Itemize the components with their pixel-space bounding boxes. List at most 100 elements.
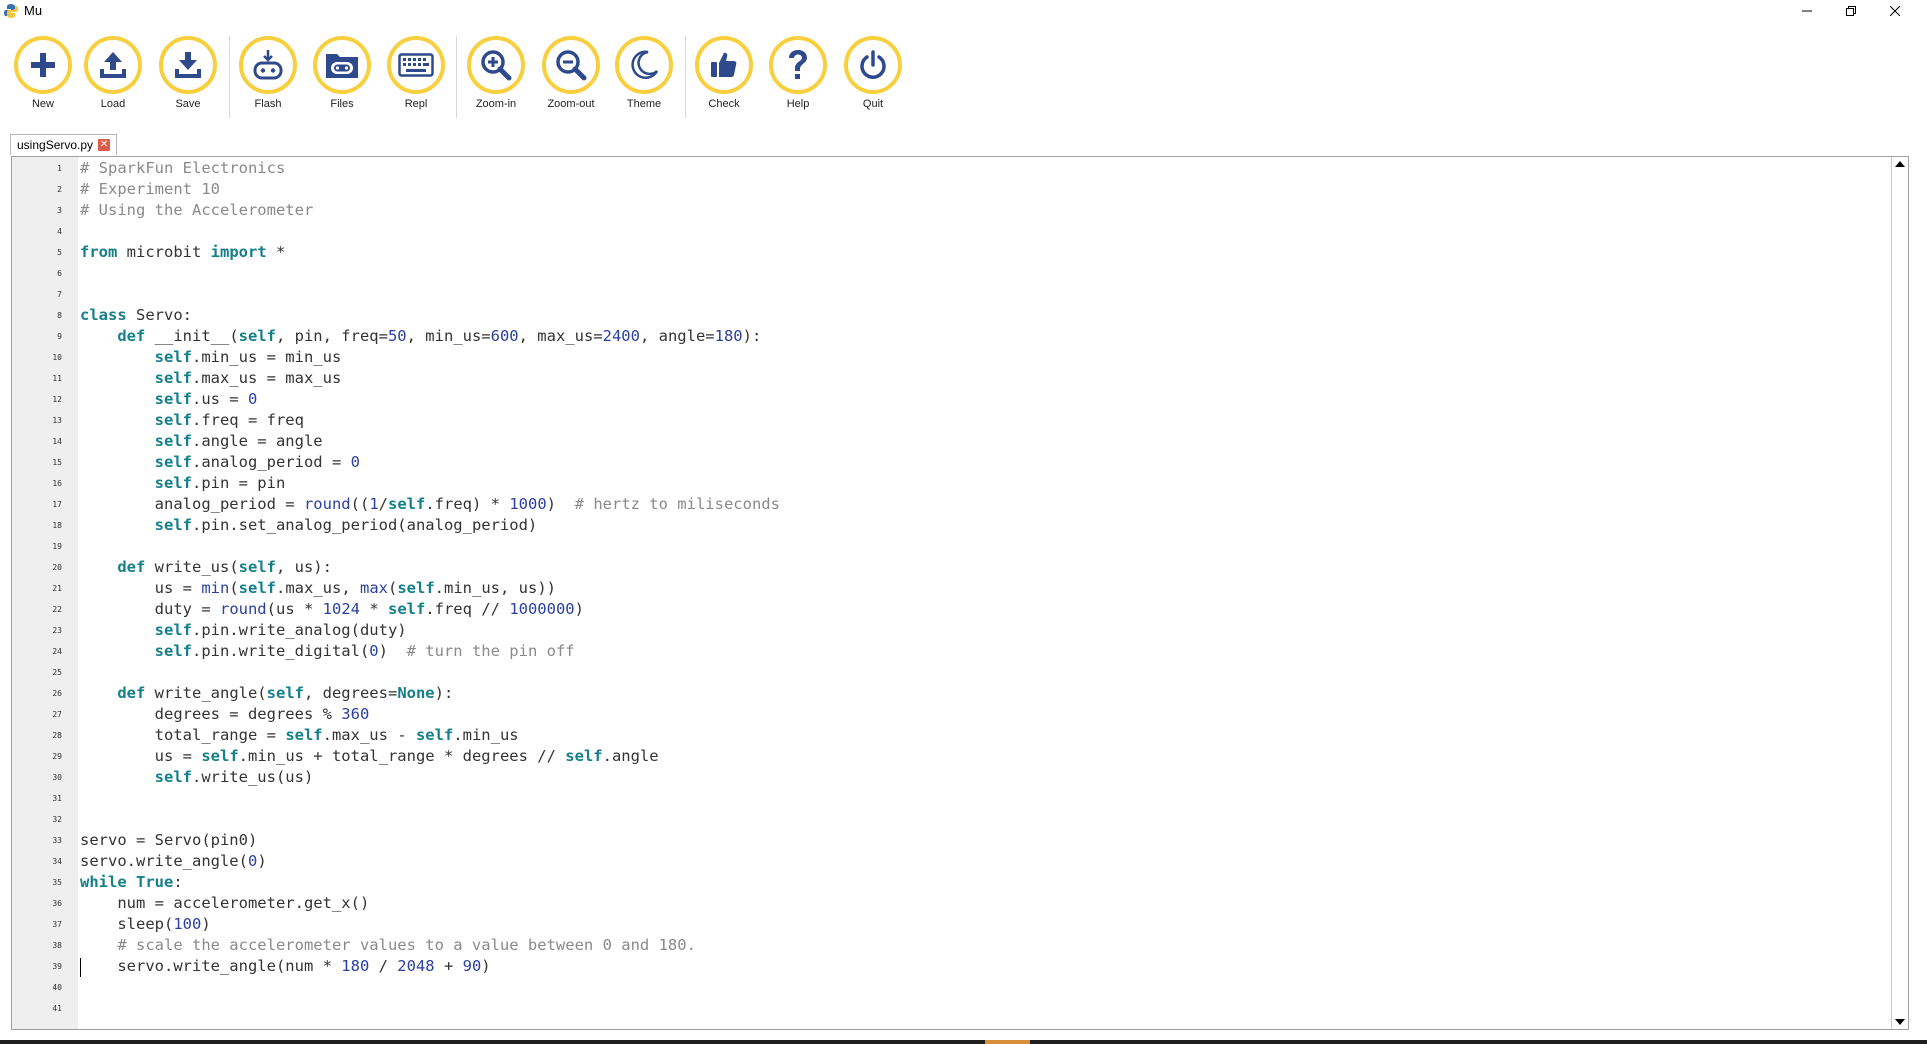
line-number: 28	[52, 731, 62, 740]
line-number: 6	[57, 269, 62, 278]
code-line[interactable]: self.analog_period = 0	[80, 452, 360, 473]
zoom-in-button[interactable]: Zoom-in	[461, 36, 531, 110]
code-line[interactable]: duty = round(us * 1024 * self.freq // 10…	[80, 599, 584, 620]
code-line[interactable]: degrees = degrees % 360	[80, 704, 370, 725]
line-number: 16	[52, 479, 62, 488]
code-line[interactable]: self.min_us = min_us	[80, 347, 342, 368]
code-line[interactable]: self.pin = pin	[80, 473, 286, 494]
code-editor[interactable]: 1 2 3 4 5 6 7 8 9 10 11 12 13 14 15 16 17 18 19 20 21 22 23 24 2…	[11, 156, 1909, 1030]
save-label: Save	[175, 98, 201, 110]
close-window-button[interactable]	[1873, 0, 1917, 22]
line-number: 5	[57, 248, 62, 257]
help-label: Help	[786, 98, 810, 110]
line-number: 25	[52, 668, 62, 677]
restore-button[interactable]	[1829, 0, 1873, 22]
code-line[interactable]: # SparkFun Electronics	[80, 158, 285, 179]
line-number: 10	[52, 353, 62, 362]
zoom-in-icon	[481, 50, 512, 81]
code-line[interactable]: def write_us(self, us):	[80, 557, 332, 578]
code-line[interactable]: self.write_us(us)	[80, 767, 314, 788]
new-label: New	[31, 98, 54, 110]
files-label: Files	[330, 98, 354, 110]
title-bar: Mu	[0, 0, 1927, 22]
code-line[interactable]: servo = Servo(pin0)	[80, 830, 257, 851]
line-number: 15	[52, 458, 62, 467]
load-button[interactable]: Load	[78, 36, 148, 110]
line-number: 1	[57, 164, 62, 173]
files-button[interactable]: Files	[307, 36, 377, 110]
line-number: 29	[52, 752, 62, 761]
line-number: 18	[52, 521, 62, 530]
line-number: 37	[52, 920, 62, 929]
code-line[interactable]: self.freq = freq	[80, 410, 304, 431]
tab-filename: usingServo.py	[17, 138, 94, 152]
code-line[interactable]: us = self.min_us + total_range * degrees…	[80, 746, 659, 767]
code-line[interactable]: num = accelerometer.get_x()	[80, 893, 369, 914]
line-number: 13	[52, 416, 62, 425]
line-number: 32	[52, 815, 62, 824]
download-icon	[175, 52, 201, 78]
code-line[interactable]: self.max_us = max_us	[80, 368, 342, 389]
save-button[interactable]: Save	[153, 36, 223, 110]
vertical-scrollbar[interactable]	[1891, 157, 1908, 1029]
taskbar	[0, 1040, 1927, 1044]
code-line[interactable]: def write_angle(self, degrees=None):	[80, 683, 453, 704]
tab-usingservo[interactable]: usingServo.py ✕	[10, 134, 118, 155]
theme-label: Theme	[626, 98, 662, 110]
code-line[interactable]: # scale the accelerometer values to a va…	[80, 935, 696, 956]
line-number: 9	[57, 332, 62, 341]
line-number: 31	[52, 794, 62, 803]
power-icon	[860, 50, 886, 79]
code-line[interactable]: total_range = self.max_us - self.min_us	[80, 725, 519, 746]
theme-button[interactable]: Theme	[609, 36, 679, 110]
code-line[interactable]: self.pin.set_analog_period(analog_period…	[80, 515, 538, 536]
scroll-down-arrow-icon[interactable]	[1895, 1019, 1905, 1025]
new-button[interactable]: New	[8, 36, 78, 110]
zoom-out-icon	[556, 50, 587, 81]
code-line[interactable]: sleep(100)	[80, 914, 210, 935]
line-number: 11	[52, 374, 62, 383]
code-line[interactable]: servo.write_angle(num * 180 / 2048 + 90)	[80, 956, 490, 977]
check-button[interactable]: Check	[689, 36, 759, 110]
flash-button[interactable]: Flash	[233, 36, 303, 110]
python-logo-icon	[4, 4, 18, 18]
line-number: 2	[57, 185, 62, 194]
quit-label: Quit	[862, 98, 884, 110]
line-number: 7	[57, 290, 62, 299]
code-line[interactable]: us = min(self.max_us, max(self.min_us, u…	[80, 578, 556, 599]
toolbar-separator	[685, 36, 686, 118]
upload-icon	[100, 52, 126, 78]
minimize-button[interactable]	[1785, 0, 1829, 22]
code-line[interactable]: self.pin.write_digital(0) # turn the pin…	[80, 641, 575, 662]
code-line[interactable]: servo.write_angle(0)	[80, 851, 267, 872]
repl-button[interactable]: Repl	[381, 36, 451, 110]
help-button[interactable]: Help	[763, 36, 833, 110]
code-line[interactable]: self.pin.write_analog(duty)	[80, 620, 407, 641]
code-line[interactable]: analog_period = round((1/self.freq) * 10…	[80, 494, 780, 515]
line-number: 12	[52, 395, 62, 404]
line-number: 17	[52, 500, 62, 509]
line-number-gutter: 1 2 3 4 5 6 7 8 9 10 11 12 13 14 15 16 17 18 19 20 21 22 23 24 2…	[12, 157, 78, 1029]
code-line[interactable]: def __init__(self, pin, freq=50, min_us=…	[80, 326, 761, 347]
quit-button[interactable]: Quit	[838, 36, 908, 110]
text-cursor	[80, 958, 81, 977]
line-number: 36	[52, 899, 62, 908]
window-title: Mu	[24, 3, 43, 18]
code-line[interactable]: class Servo:	[80, 305, 192, 326]
question-icon	[789, 50, 807, 79]
code-line[interactable]: # Using the Accelerometer	[80, 200, 313, 221]
load-label: Load	[100, 98, 126, 110]
scroll-up-arrow-icon[interactable]	[1895, 161, 1905, 167]
code-line[interactable]: from microbit import *	[80, 242, 285, 263]
line-number: 39	[52, 962, 62, 971]
tab-close-icon[interactable]: ✕	[98, 139, 111, 151]
check-label: Check	[708, 98, 740, 110]
code-line[interactable]: while True:	[80, 872, 183, 893]
zoom-out-button[interactable]: Zoom-out	[536, 36, 606, 110]
code-line[interactable]: self.angle = angle	[80, 431, 323, 452]
code-line[interactable]: self.us = 0	[80, 389, 258, 410]
code-line[interactable]: # Experiment 10	[80, 179, 220, 200]
line-number: 33	[52, 836, 62, 845]
toolbar-separator	[456, 36, 457, 118]
line-number: 24	[52, 647, 62, 656]
